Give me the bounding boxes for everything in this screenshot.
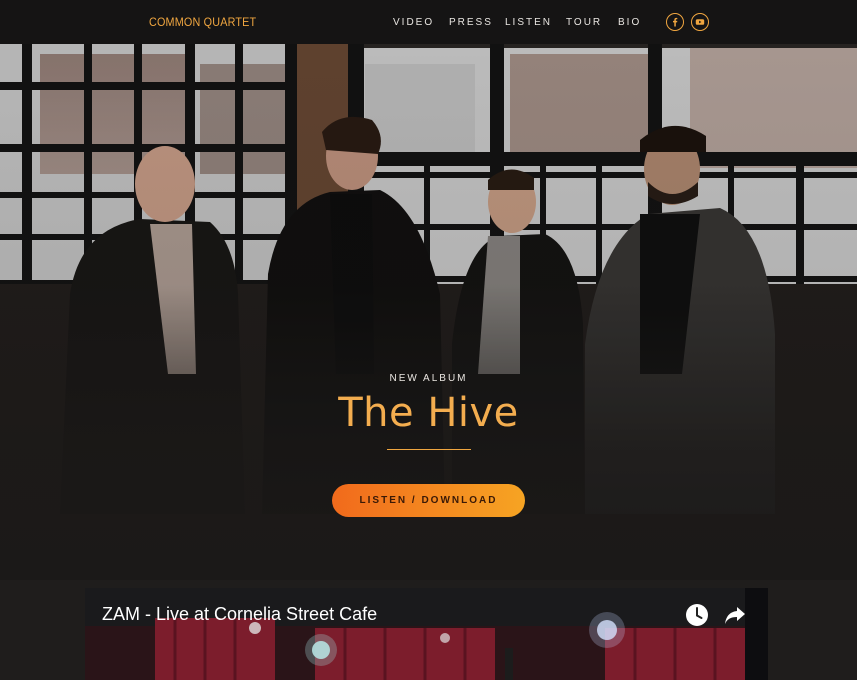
menu-item-video[interactable]: VIDEO [393,17,449,28]
share-icon [725,607,745,624]
title-divider [387,449,471,450]
menu-item-tour[interactable]: TOUR [566,17,618,28]
video-embed[interactable]: ZAM - Live at Cornelia Street Cafe [85,588,768,680]
video-thumbnail [85,588,768,680]
facebook-icon [673,17,678,27]
menu-item-listen[interactable]: LISTEN [505,17,566,28]
hero-section: NEW ALBUM The Hive LISTEN / DOWNLOAD [0,44,857,580]
album-title: The Hive [338,390,519,436]
hero-content: NEW ALBUM The Hive LISTEN / DOWNLOAD [0,44,857,580]
clock-icon [686,604,708,626]
share-button[interactable] [723,603,747,627]
menu-item-press[interactable]: PRESS [449,17,505,28]
video-title[interactable]: ZAM - Live at Cornelia Street Cafe [102,604,377,625]
top-navbar: COMMON QUARTET VIDEO PRESS LISTEN TOUR B… [0,0,857,44]
listen-download-button[interactable]: LISTEN / DOWNLOAD [332,484,525,517]
menu-item-bio[interactable]: BIO [618,17,648,28]
hero-kicker: NEW ALBUM [389,373,468,384]
main-menu: VIDEO PRESS LISTEN TOUR BIO [393,17,648,28]
youtube-link[interactable] [691,13,709,31]
watch-later-button[interactable] [685,603,709,627]
brand-logo[interactable]: COMMON QUARTET [149,15,256,29]
facebook-link[interactable] [666,13,684,31]
youtube-icon [695,19,705,25]
